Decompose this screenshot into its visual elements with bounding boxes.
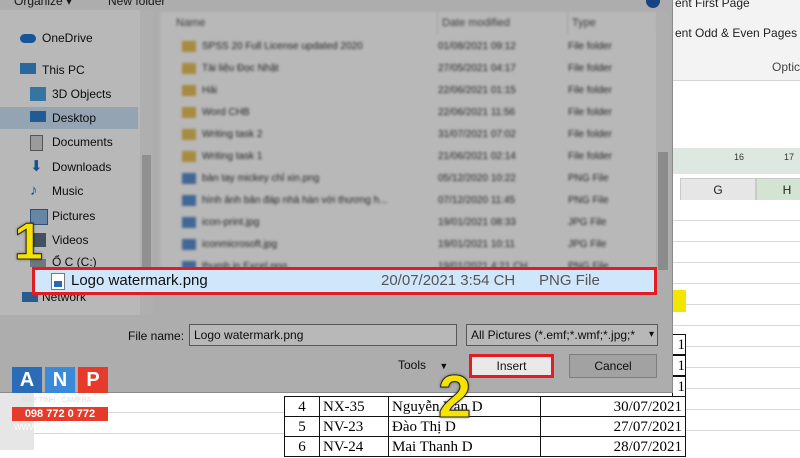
cell-date-partial[interactable]: 1 <box>672 355 686 376</box>
header-odd-even-option[interactable]: ent Odd & Even Pages <box>675 26 797 40</box>
cell-code[interactable]: NX-35 <box>319 396 389 417</box>
cell-name[interactable]: Mai Thanh D <box>388 436 541 457</box>
cell-date[interactable]: 27/07/2021 <box>540 416 686 437</box>
ruler-mark: 16 <box>734 152 745 162</box>
logo-website: WWW.ANP.COM.VN <box>14 423 89 432</box>
ruler-mark: 17 <box>784 152 795 162</box>
column-header-h[interactable]: H <box>756 178 800 202</box>
cell-date[interactable]: 30/07/2021 <box>540 396 686 417</box>
cell-no[interactable]: 6 <box>284 436 320 457</box>
selected-file-name: Logo watermark.png <box>71 272 208 289</box>
logo-letter-a: A <box>12 367 42 393</box>
cell-no[interactable]: 4 <box>284 396 320 417</box>
logo-tagline: MÁY TÍNH · CAMERA <box>22 397 92 404</box>
ribbon-area: ent First Page ent Odd & Even Pages Opti… <box>672 0 800 81</box>
selected-file-row[interactable]: Logo watermark.png 20/07/2021 3:54 CH PN… <box>32 267 657 295</box>
cell-code[interactable]: NV-23 <box>319 416 389 437</box>
step-number-1: 1 <box>14 213 44 272</box>
cell-date[interactable]: 28/07/2021 <box>540 436 686 457</box>
selected-file-date: 20/07/2021 3:54 CH <box>381 272 516 289</box>
anp-watermark-logo: A N P MÁY TÍNH · CAMERA 098 772 0 772 WW… <box>12 367 108 437</box>
cell-grid <box>672 200 800 450</box>
step-number-2: 2 <box>437 363 472 431</box>
cell-date-partial[interactable]: 1 <box>672 376 686 397</box>
ribbon-group-options: Optic <box>772 60 800 74</box>
column-header-g[interactable]: G <box>680 178 756 202</box>
cell-date-partial[interactable]: 1 <box>672 334 686 355</box>
logo-letter-p: P <box>78 367 108 393</box>
cell-code[interactable]: NV-24 <box>319 436 389 457</box>
dim-overlay <box>0 0 672 392</box>
logo-phone: 098 772 0 772 <box>12 407 108 421</box>
logo-letter-n: N <box>45 367 75 393</box>
cell-no[interactable]: 5 <box>284 416 320 437</box>
insert-button-highlight[interactable]: Insert <box>469 354 554 378</box>
png-file-icon <box>51 273 65 290</box>
header-first-page-option[interactable]: ent First Page <box>675 0 750 10</box>
header-row-fill <box>672 290 686 312</box>
selected-file-type: PNG File <box>539 272 600 289</box>
ruler: 16 17 <box>672 148 800 174</box>
